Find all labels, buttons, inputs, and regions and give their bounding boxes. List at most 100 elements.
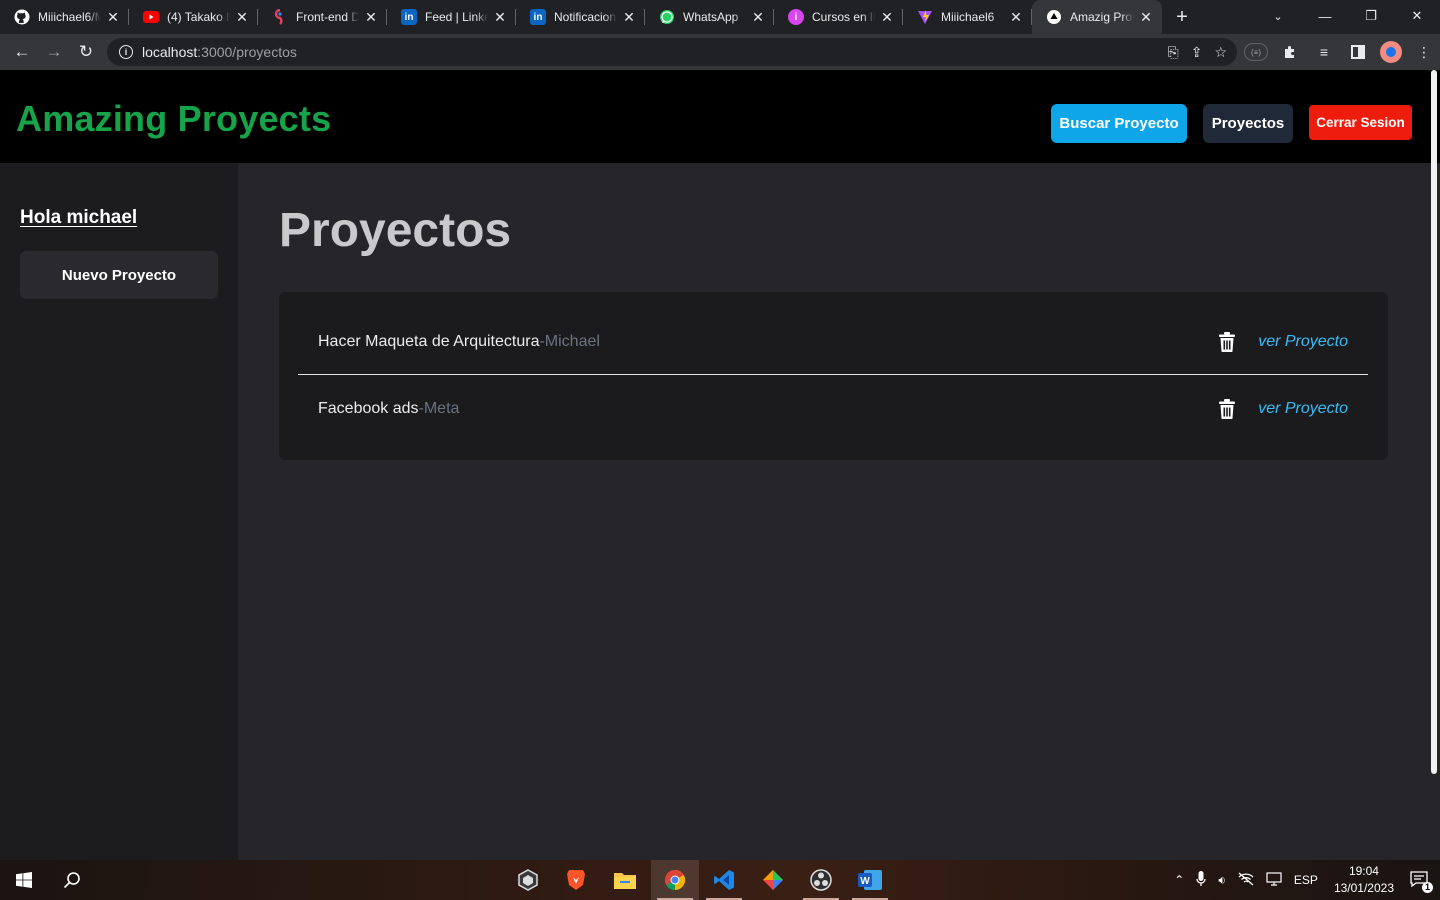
project-row: Facebook ads -Meta ver Proyecto bbox=[298, 376, 1368, 441]
search-icon[interactable] bbox=[48, 860, 96, 900]
forward-icon[interactable]: → bbox=[38, 36, 70, 68]
youtube-icon bbox=[143, 9, 159, 25]
project-row: Hacer Maqueta de Arquitectura -Michael ve… bbox=[298, 310, 1368, 375]
side-panel-icon[interactable] bbox=[1346, 40, 1370, 64]
windows-taskbar: W ⌃ 🔉︎ ESP 19:04 13/01/2023 1 bbox=[0, 860, 1440, 900]
nextjs-icon bbox=[1046, 9, 1062, 25]
unity-hub-icon[interactable] bbox=[504, 860, 552, 900]
close-tab-icon[interactable]: ✕ bbox=[492, 9, 508, 25]
tab-title: WhatsApp bbox=[683, 10, 739, 24]
close-window-icon[interactable]: ✕ bbox=[1394, 0, 1440, 32]
git-kraken-icon[interactable] bbox=[749, 860, 797, 900]
browser-tab[interactable]: i Cursos en lí ✕ bbox=[774, 0, 903, 34]
view-project-link[interactable]: ver Proyecto bbox=[1258, 400, 1348, 418]
browser-tab[interactable]: Miiichael6 ✕ bbox=[903, 0, 1032, 34]
vscode-icon[interactable] bbox=[700, 860, 748, 900]
projects-nav-button[interactable]: Proyectos bbox=[1203, 104, 1293, 143]
input-language[interactable]: ESP bbox=[1294, 873, 1318, 887]
close-tab-icon[interactable]: ✕ bbox=[750, 9, 766, 25]
display-icon[interactable] bbox=[1266, 871, 1282, 889]
tab-title: Miiichael6/M bbox=[38, 10, 101, 24]
close-tab-icon[interactable]: ✕ bbox=[234, 9, 250, 25]
word-icon[interactable]: W bbox=[846, 860, 894, 900]
brave-browser-icon[interactable] bbox=[552, 860, 600, 900]
close-tab-icon[interactable]: ✕ bbox=[363, 9, 379, 25]
volume-icon[interactable]: 🔉︎ bbox=[1218, 873, 1226, 888]
web-page: Amazing Proyects Buscar Proyecto Proyect… bbox=[0, 70, 1440, 860]
linkedin-icon: in bbox=[530, 9, 546, 25]
chrome-menu-icon[interactable]: ⋮ bbox=[1412, 40, 1436, 64]
browser-tab[interactable]: Front-end D ✕ bbox=[258, 0, 387, 34]
windows-start-icon[interactable] bbox=[0, 860, 48, 900]
site-info-icon[interactable]: i bbox=[119, 45, 133, 59]
show-hidden-icons-icon[interactable]: ⌃ bbox=[1174, 873, 1184, 887]
translate-icon[interactable]: ⎘ bbox=[1168, 44, 1179, 61]
restore-icon[interactable]: ❐ bbox=[1348, 0, 1394, 32]
page-scrollbar[interactable] bbox=[1431, 70, 1437, 774]
project-client: -Michael bbox=[539, 333, 600, 350]
tab-title: Amazig Proy bbox=[1070, 10, 1134, 24]
clock-time: 19:04 bbox=[1348, 864, 1379, 878]
tab-title: Cursos en lí bbox=[812, 10, 875, 24]
system-tray: ⌃ 🔉︎ ESP 19:04 13/01/2023 1 bbox=[1168, 860, 1440, 900]
notification-count: 1 bbox=[1422, 881, 1433, 893]
browser-tab-active[interactable]: Amazig Proy ✕ bbox=[1032, 0, 1162, 34]
bookmark-star-icon[interactable]: ☆ bbox=[1214, 44, 1227, 61]
reload-icon[interactable]: ↻ bbox=[70, 36, 102, 68]
browser-tab[interactable]: (4) Takako M ✕ bbox=[129, 0, 258, 34]
view-project-link[interactable]: ver Proyecto bbox=[1258, 333, 1348, 351]
minimize-icon[interactable]: — bbox=[1302, 0, 1348, 32]
obs-studio-icon[interactable] bbox=[797, 860, 845, 900]
media-controls-icon[interactable]: ≡ bbox=[1312, 40, 1336, 64]
browser-tab[interactable]: in Notificacion ✕ bbox=[516, 0, 645, 34]
logout-button[interactable]: Cerrar Sesion bbox=[1309, 105, 1412, 140]
courses-icon: i bbox=[788, 9, 804, 25]
window-controls: — ❐ ✕ bbox=[1302, 0, 1440, 34]
new-tab-button[interactable]: + bbox=[1162, 0, 1202, 34]
vite-icon bbox=[917, 9, 933, 25]
tab-title: Notificacion bbox=[554, 10, 617, 24]
notifications-icon[interactable]: 1 bbox=[1410, 870, 1433, 893]
tab-search-icon[interactable]: ⌄ bbox=[1266, 0, 1290, 32]
browser-toolbar: ← → ↻ i localhost:3000/proyectos ⎘ ⇪ ☆ (… bbox=[0, 34, 1440, 70]
clock-date: 13/01/2023 bbox=[1333, 881, 1394, 895]
tab-title: Front-end D bbox=[296, 10, 359, 24]
back-icon[interactable]: ← bbox=[6, 36, 38, 68]
app-brand[interactable]: Amazing Proyects bbox=[16, 98, 331, 140]
close-tab-icon[interactable]: ✕ bbox=[105, 9, 121, 25]
trash-icon[interactable] bbox=[1218, 398, 1236, 419]
taskbar-clock[interactable]: 19:04 13/01/2023 bbox=[1334, 863, 1394, 897]
close-tab-icon[interactable]: ✕ bbox=[879, 9, 895, 25]
browser-tab[interactable]: in Feed | Linke ✕ bbox=[387, 0, 516, 34]
profile-avatar[interactable] bbox=[1380, 41, 1402, 63]
github-icon bbox=[14, 9, 30, 25]
user-greeting[interactable]: Hola michael bbox=[20, 207, 137, 229]
microphone-icon[interactable] bbox=[1196, 870, 1207, 890]
linkedin-icon: in bbox=[401, 9, 417, 25]
browser-tab[interactable]: WhatsApp ✕ bbox=[645, 0, 774, 34]
search-project-button[interactable]: Buscar Proyecto bbox=[1051, 104, 1187, 143]
url-path: :3000/proyectos bbox=[197, 44, 297, 60]
browser-tab-strip: Miiichael6/M ✕ (4) Takako M ✕ Front-end … bbox=[0, 0, 1440, 34]
file-explorer-icon[interactable] bbox=[601, 860, 649, 900]
extensions-puzzle-icon[interactable] bbox=[1278, 40, 1302, 64]
address-bar[interactable]: i localhost:3000/proyectos ⎘ ⇪ ☆ bbox=[107, 38, 1237, 66]
url-host: localhost bbox=[142, 44, 198, 60]
svg-text:W: W bbox=[860, 876, 870, 887]
tab-title: Feed | Linke bbox=[425, 10, 488, 24]
close-tab-icon[interactable]: ✕ bbox=[621, 9, 637, 25]
browser-tab[interactable]: Miiichael6/M ✕ bbox=[0, 0, 129, 34]
share-icon[interactable]: ⇪ bbox=[1191, 44, 1203, 61]
page-title: Proyectos bbox=[279, 204, 512, 257]
extension-pill-icon[interactable]: (≡) bbox=[1244, 43, 1268, 61]
project-client: -Meta bbox=[418, 399, 460, 417]
trash-icon[interactable] bbox=[1218, 332, 1236, 352]
close-tab-icon[interactable]: ✕ bbox=[1008, 9, 1024, 25]
project-name: Facebook ads bbox=[318, 399, 419, 417]
app-header: Amazing Proyects Buscar Proyecto Proyect… bbox=[0, 70, 1440, 163]
tab-title: (4) Takako M bbox=[167, 10, 230, 24]
network-off-icon[interactable] bbox=[1238, 872, 1254, 889]
close-tab-icon[interactable]: ✕ bbox=[1138, 9, 1154, 25]
new-project-button[interactable]: Nuevo Proyecto bbox=[20, 251, 218, 299]
chrome-taskbar-icon[interactable] bbox=[651, 860, 699, 900]
